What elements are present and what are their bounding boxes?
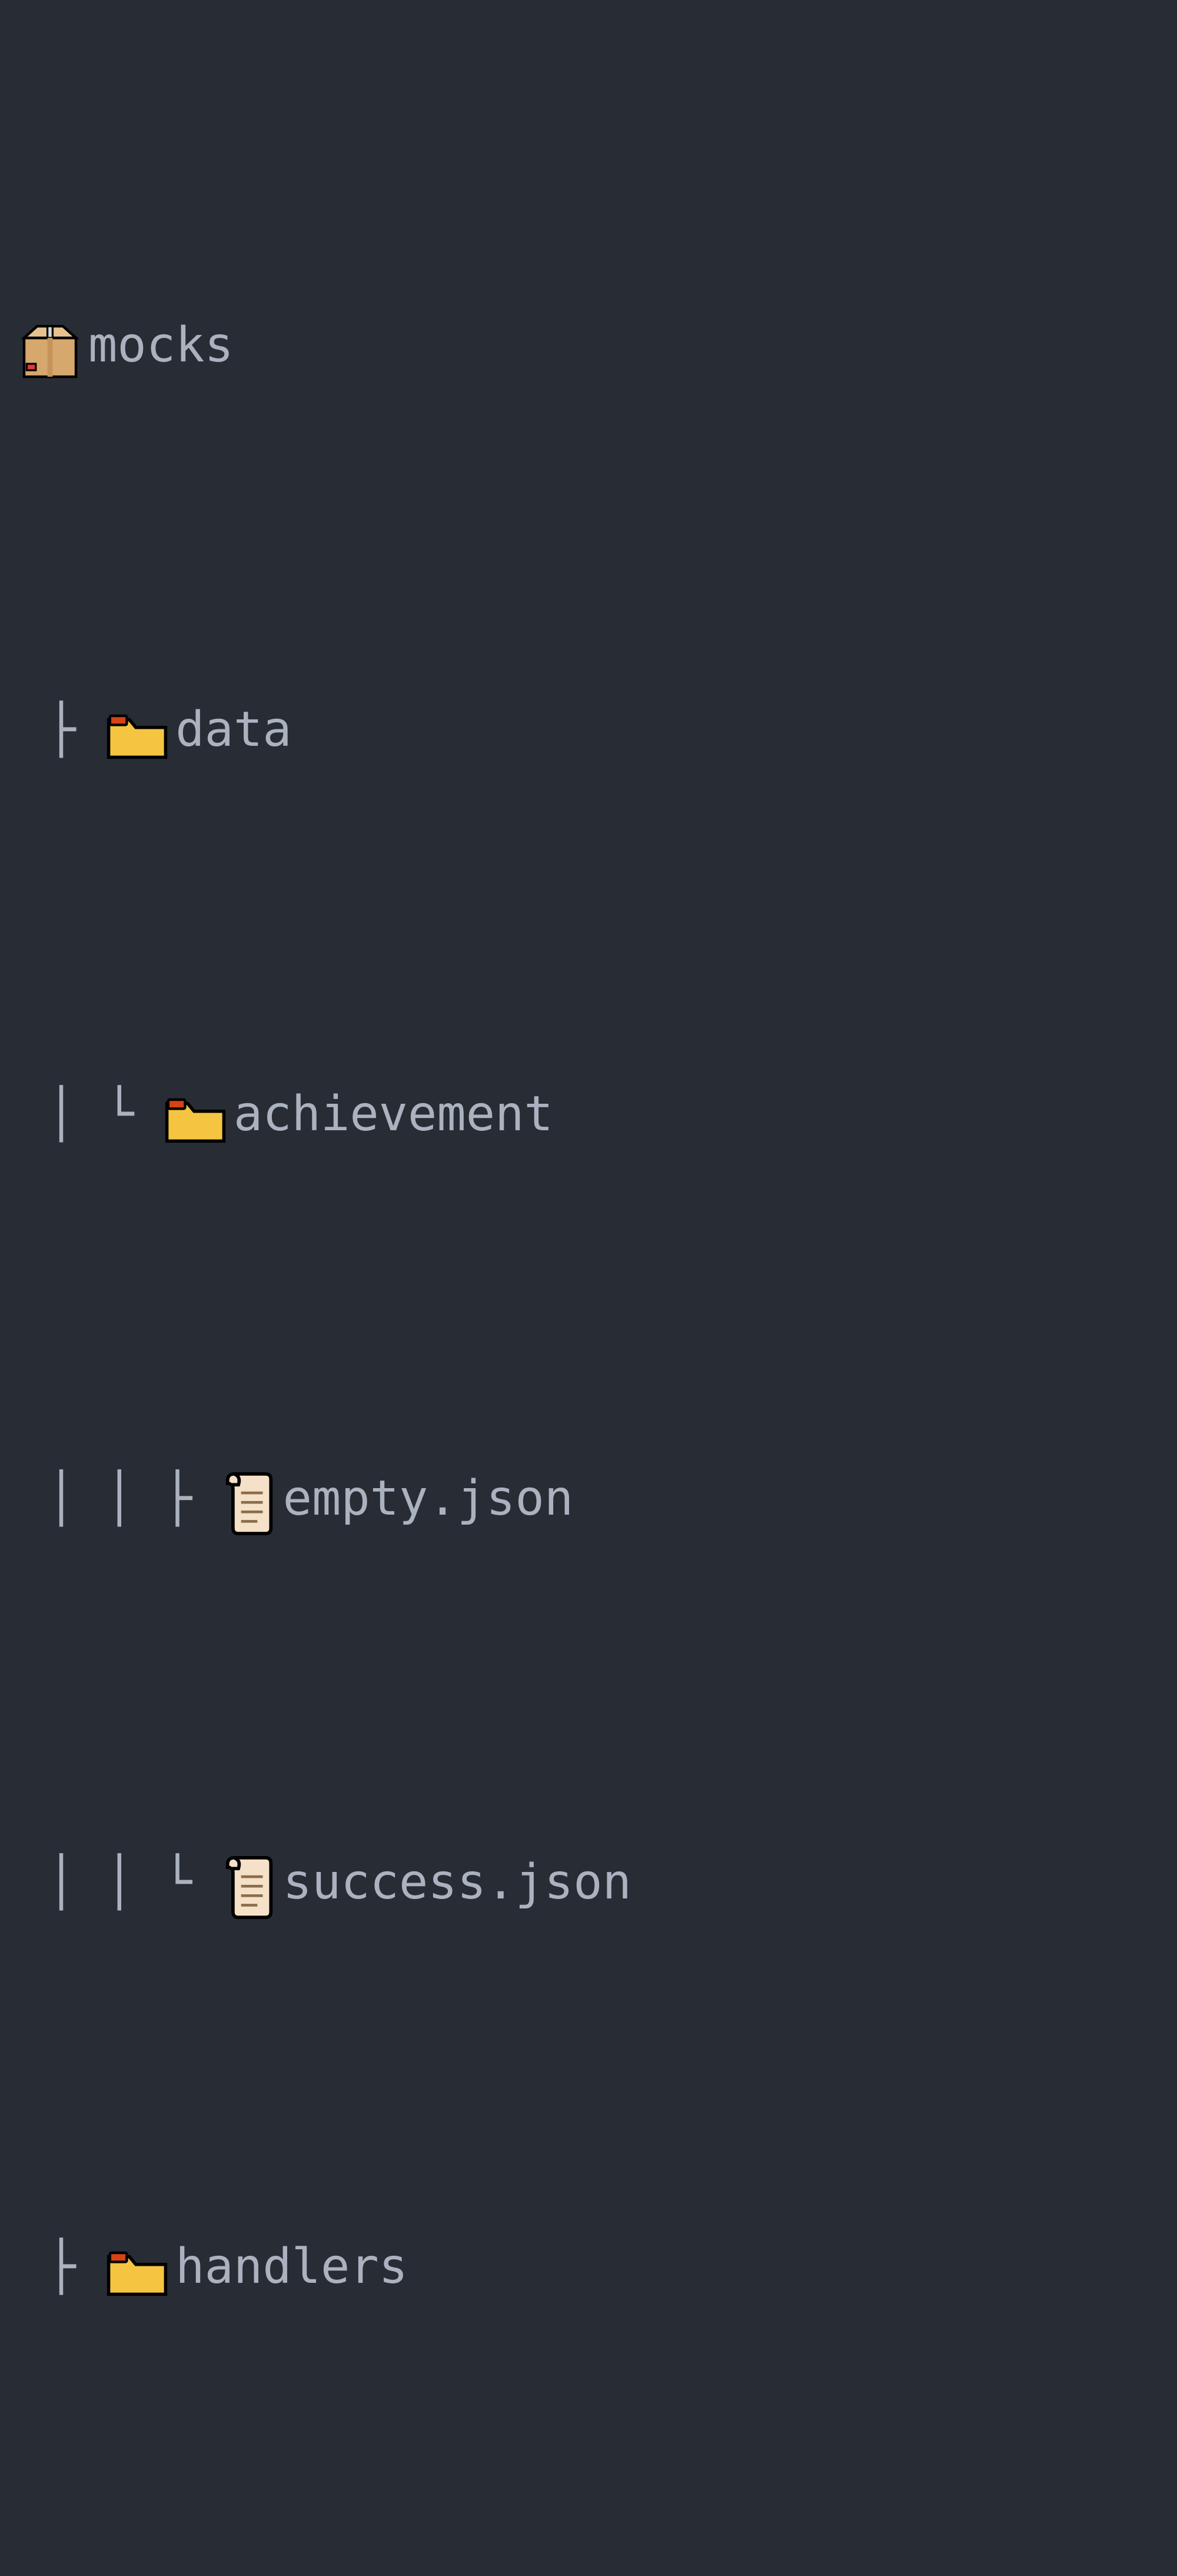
file-icon	[221, 1470, 277, 1538]
tree-label: handlers	[175, 2235, 408, 2300]
tree-row-folder[interactable]: ├ handlers	[18, 2206, 1159, 2329]
file-icon	[221, 1854, 277, 1921]
tree-row-root[interactable]: mocks	[18, 284, 1159, 408]
tree-label: success.json	[283, 1850, 631, 1916]
tree-prefix: ├	[18, 2235, 105, 2300]
tree-row-folder[interactable]: ├ data	[18, 669, 1159, 792]
tree-label: achievement	[234, 1082, 553, 1147]
tree-prefix: │ └	[18, 1082, 163, 1147]
tree-row-file[interactable]: │ │ ├ empty.json	[18, 1437, 1159, 1561]
folder-icon	[105, 2246, 169, 2299]
folder-icon	[105, 709, 169, 762]
tree-prefix: │ │ └	[18, 1850, 221, 1916]
tree-label: data	[175, 698, 291, 763]
tree-prefix: │ │ ├	[18, 1466, 221, 1532]
tree-label: empty.json	[283, 1466, 574, 1532]
file-tree: mocks ├ data │ └ achievement │ │ ├	[0, 0, 1177, 2576]
tree-label: mocks	[88, 313, 234, 379]
tree-row-folder[interactable]: │ └ achievement	[18, 1053, 1159, 1176]
folder-icon	[163, 1093, 228, 1146]
tree-prefix: ├	[18, 698, 105, 763]
package-icon	[18, 318, 82, 383]
tree-row-file[interactable]: │ │ └ success.json	[18, 1821, 1159, 1945]
